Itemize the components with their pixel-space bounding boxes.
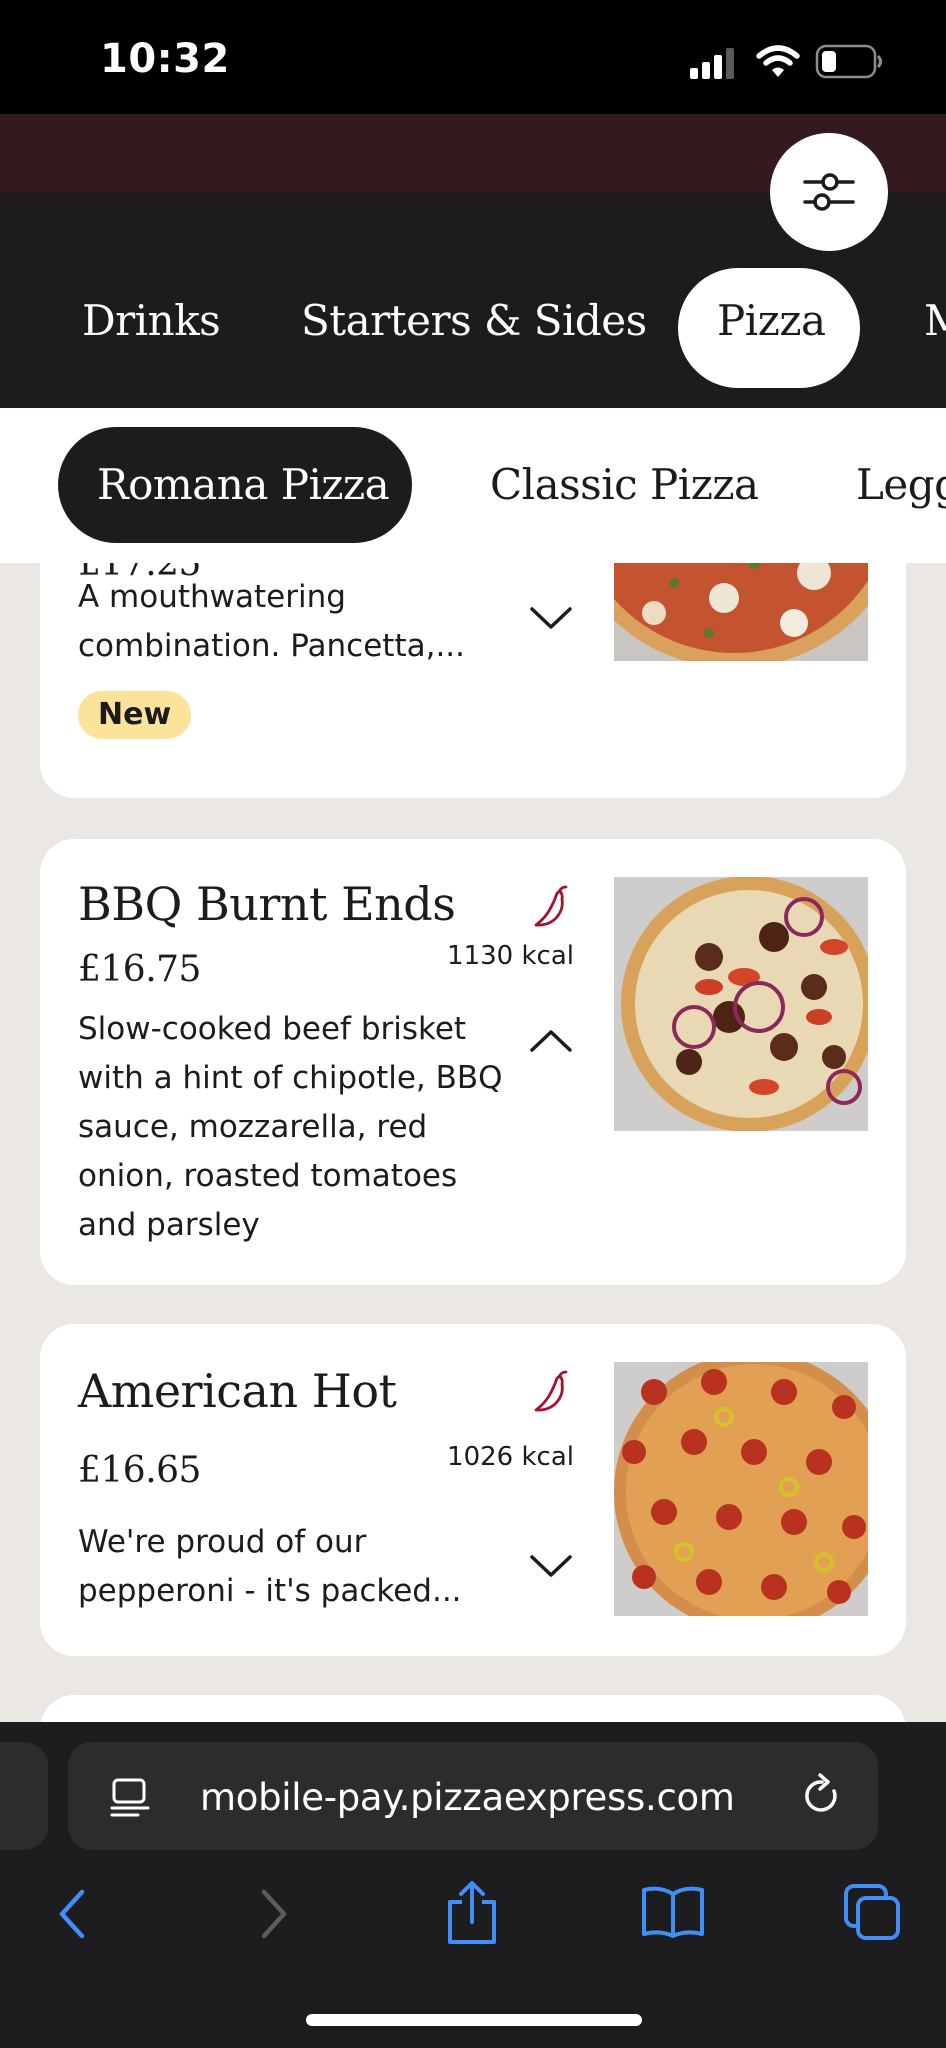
status-bar: 10:32 bbox=[0, 0, 946, 114]
item-title: American Hot bbox=[78, 1364, 397, 1418]
tabs-icon[interactable] bbox=[842, 1882, 902, 1942]
chevron-up-icon[interactable] bbox=[528, 1026, 574, 1056]
menu-item-card[interactable]: £17.25 A mouthwatering combination. Panc… bbox=[40, 563, 906, 798]
pizza-image bbox=[614, 563, 868, 661]
forward-icon bbox=[261, 1889, 287, 1939]
tab-drinks[interactable]: Drinks bbox=[82, 296, 221, 345]
subtab-classic-pizza[interactable]: Classic Pizza bbox=[490, 460, 759, 509]
menu-list: £17.25 A mouthwatering combination. Panc… bbox=[0, 563, 946, 1722]
back-icon[interactable] bbox=[52, 1886, 92, 1942]
tab-more-partial[interactable]: M bbox=[924, 296, 946, 345]
pizza-image bbox=[614, 877, 868, 1131]
filter-button[interactable] bbox=[770, 133, 888, 251]
item-description-line: We're proud of our bbox=[78, 1524, 367, 1560]
chevron-down-icon[interactable] bbox=[528, 603, 574, 633]
chilli-icon bbox=[534, 885, 568, 927]
battery-icon bbox=[815, 44, 882, 79]
filter-sliders-icon bbox=[803, 173, 855, 211]
home-indicator bbox=[306, 2014, 642, 2026]
item-title: BBQ Burnt Ends bbox=[78, 877, 456, 931]
item-price: £16.65 bbox=[78, 1450, 201, 1491]
item-description-line: Slow-cooked beef brisket bbox=[78, 1011, 467, 1047]
item-kcal: 1026 kcal bbox=[447, 1442, 574, 1472]
menu-item-card[interactable] bbox=[40, 1695, 906, 1722]
subtab-romana-pizza[interactable]: Romana Pizza bbox=[97, 460, 390, 509]
reload-icon[interactable] bbox=[800, 1773, 844, 1819]
pizza-image bbox=[614, 1362, 868, 1616]
share-icon[interactable] bbox=[444, 1880, 500, 1946]
item-description-line: pepperoni - it's packed... bbox=[78, 1573, 462, 1609]
subtab-leggera-partial[interactable]: Legg bbox=[856, 460, 946, 509]
new-badge: New bbox=[78, 691, 192, 739]
item-description-line: with a hint of chipotle, BBQ bbox=[78, 1060, 503, 1096]
tab-pizza[interactable]: Pizza bbox=[717, 296, 826, 345]
reader-icon[interactable] bbox=[108, 1776, 152, 1820]
item-description-line: sauce, mozzarella, red bbox=[78, 1109, 428, 1145]
item-description-line: combination. Pancetta,... bbox=[78, 628, 466, 664]
url-text[interactable]: mobile-pay.pizzaexpress.com bbox=[200, 1776, 735, 1819]
previous-tab-stub[interactable] bbox=[0, 1742, 48, 1850]
status-time: 10:32 bbox=[100, 36, 230, 82]
bookmarks-icon[interactable] bbox=[640, 1884, 706, 1940]
menu-item-card[interactable]: BBQ Burnt Ends 1130 kcal £16.75 Slow-coo… bbox=[40, 839, 906, 1285]
item-description-line: and parsley bbox=[78, 1207, 260, 1243]
item-description-line: A mouthwatering bbox=[78, 579, 346, 615]
item-description-line: onion, roasted tomatoes bbox=[78, 1158, 458, 1194]
item-price: £16.75 bbox=[78, 949, 201, 990]
chevron-down-icon[interactable] bbox=[528, 1551, 574, 1581]
chilli-icon bbox=[534, 1370, 568, 1412]
signal-icon bbox=[690, 48, 734, 79]
wifi-icon bbox=[756, 45, 800, 77]
menu-item-card[interactable]: American Hot 1026 kcal £16.65 We're prou… bbox=[40, 1324, 906, 1656]
item-kcal: 1130 kcal bbox=[447, 941, 574, 971]
tab-starters-sides[interactable]: Starters & Sides bbox=[301, 296, 647, 345]
